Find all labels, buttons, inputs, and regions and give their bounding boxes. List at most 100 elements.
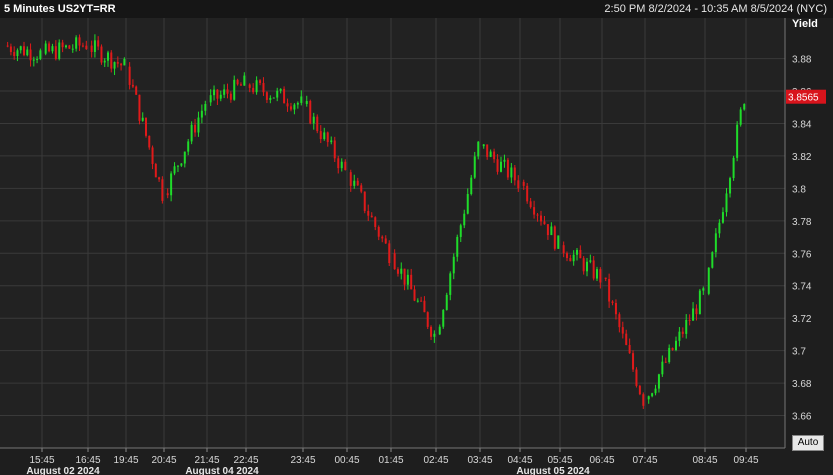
candle-body	[732, 157, 735, 179]
x-tick-label: 01:45	[378, 455, 403, 466]
candle-body	[123, 58, 126, 66]
candle-body	[305, 100, 308, 104]
candle-body	[557, 235, 560, 249]
candle-body	[51, 46, 54, 52]
candle-body	[158, 177, 161, 180]
candle-body	[466, 194, 469, 214]
candle-body	[651, 393, 654, 397]
candle-body	[265, 92, 268, 100]
y-tick-label: 3.88	[792, 55, 812, 66]
candle-body	[276, 90, 279, 98]
candlestick-chart[interactable]: 3.883.863.843.823.83.783.763.743.723.73.…	[0, 0, 833, 475]
candle-body	[420, 300, 423, 302]
candle-body	[243, 75, 246, 86]
candle-body	[463, 213, 466, 226]
y-tick-label: 3.7	[792, 347, 806, 358]
candle-body	[194, 124, 197, 133]
candle-body	[642, 394, 645, 406]
candle-body	[721, 212, 724, 223]
candle-body	[522, 181, 525, 186]
candle-body	[370, 215, 373, 218]
candle-body	[26, 49, 29, 56]
candle-body	[23, 46, 25, 56]
candle-body	[452, 256, 455, 274]
x-tick-label: 08:45	[692, 455, 717, 466]
candle-body	[675, 340, 677, 351]
candle-body	[473, 156, 476, 178]
candle-body	[309, 100, 312, 124]
candle-body	[536, 214, 539, 216]
candle-body	[604, 277, 607, 280]
candle-body	[546, 224, 549, 236]
candle-body	[459, 225, 462, 237]
x-tick-label: 21:45	[194, 455, 219, 466]
candle-body	[664, 361, 667, 363]
candle-body	[632, 353, 635, 370]
candle-body	[300, 96, 303, 103]
candle-body	[110, 52, 113, 69]
candle-body	[176, 165, 179, 167]
candle-body	[496, 159, 499, 172]
candle-body	[349, 172, 352, 186]
candle-body	[151, 147, 154, 164]
candle-body	[39, 50, 42, 60]
candle-body	[500, 161, 502, 172]
candle-body	[442, 309, 445, 327]
candle-body	[223, 89, 226, 95]
candle-body	[736, 124, 739, 158]
x-tick-label: 20:45	[151, 455, 176, 466]
candle-body	[592, 260, 595, 279]
candle-body	[621, 327, 624, 334]
candle-body	[403, 268, 406, 285]
candle-body	[296, 102, 299, 105]
y-tick-label: 3.66	[792, 412, 812, 423]
candle-body	[477, 141, 480, 157]
candle-body	[445, 294, 448, 310]
candle-body	[32, 59, 35, 61]
candle-body	[255, 80, 258, 93]
candle-body	[356, 180, 359, 186]
candle-body	[393, 253, 396, 270]
candle-body	[707, 267, 710, 294]
candle-body	[65, 45, 67, 48]
y-tick-label: 3.82	[792, 152, 812, 163]
candle-body	[526, 185, 529, 202]
candle-body	[550, 226, 553, 236]
candle-body	[569, 257, 572, 262]
candle-body	[100, 46, 103, 63]
candle-body	[685, 319, 688, 334]
candle-body	[326, 132, 329, 143]
candle-body	[344, 161, 347, 171]
candle-body	[19, 46, 22, 51]
candle-body	[635, 369, 638, 386]
y-tick-label: 3.72	[792, 314, 812, 325]
candle-body	[103, 60, 106, 63]
candle-body	[510, 167, 513, 178]
auto-scale-button[interactable]: Auto	[792, 435, 824, 451]
candle-body	[513, 167, 516, 181]
candle-body	[135, 86, 138, 95]
candle-body	[562, 245, 565, 254]
candle-body	[312, 116, 315, 124]
candle-body	[433, 333, 436, 337]
candle-body	[97, 40, 100, 47]
candle-body	[647, 396, 650, 400]
candle-body	[236, 79, 239, 85]
last-price-label: 3.8565	[788, 93, 819, 104]
candle-body	[517, 180, 520, 189]
candle-body	[400, 268, 403, 274]
candle-body	[148, 135, 151, 148]
candle-body	[269, 97, 272, 100]
candle-body	[29, 49, 32, 61]
candle-body	[233, 79, 236, 100]
candle-body	[589, 260, 592, 262]
candle-body	[493, 151, 496, 160]
candle-body	[170, 173, 173, 196]
candle-body	[618, 314, 621, 328]
candle-body	[438, 326, 441, 335]
candle-body	[743, 104, 746, 110]
candle-body	[540, 215, 542, 222]
candle-body	[161, 179, 164, 201]
candle-body	[381, 236, 384, 239]
x-tick-label: 06:45	[589, 455, 614, 466]
